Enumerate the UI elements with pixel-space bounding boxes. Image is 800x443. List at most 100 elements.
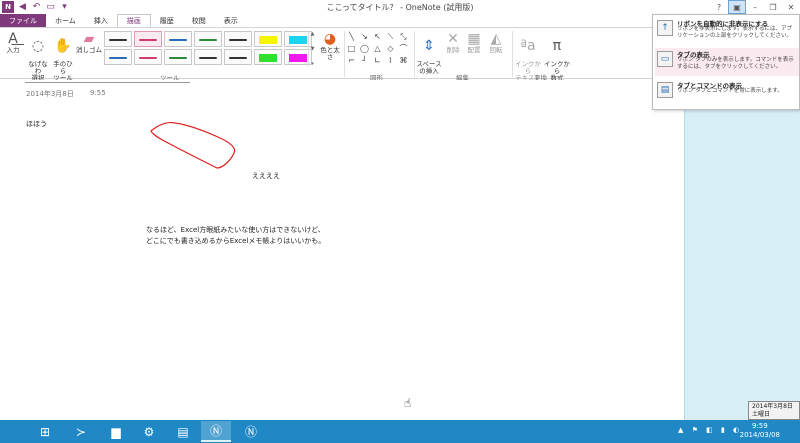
undo-icon[interactable]: ↶ (31, 2, 42, 13)
shape-14-icon[interactable]: ⌇ (385, 55, 396, 66)
tab-history[interactable]: 履歴 (151, 14, 183, 27)
computer-icon[interactable]: ▤ (168, 421, 198, 442)
note-text-hohou[interactable]: ほほう (26, 119, 47, 130)
minimize-button[interactable]: – (746, 0, 764, 14)
shape-13-icon[interactable]: ∟ (372, 55, 383, 66)
powershell-icon[interactable]: ≻ (66, 421, 96, 442)
pen-gallery-scroll[interactable]: ▲ ▼ ▾ (308, 31, 316, 67)
auto-hide-ribbon-option[interactable]: ↑ リボンを自動的に非表示にする リボンを非表示にします。表示するには、アプリケ… (655, 17, 799, 45)
pen-8[interactable] (104, 49, 132, 65)
server-manager-icon[interactable]: ⚙ (134, 421, 164, 442)
delete-icon: ✕ (447, 31, 459, 47)
shape-10-icon[interactable]: ⌒ (398, 43, 409, 54)
pen-gallery (104, 31, 316, 67)
system-clock[interactable]: 9:59 2014/03/08 (740, 422, 780, 440)
onenote-clipping-icon[interactable]: Ⓝ (236, 421, 266, 442)
panning-label: 手のひら ツール (53, 60, 73, 82)
show-tabs-option[interactable]: ▭ タブの表示 リボン タブのみを表示します。コマンドを表示するには、タブをクリ… (655, 48, 799, 76)
customize-icon[interactable]: ▾ (59, 2, 70, 13)
dock-icon[interactable]: ▭ (45, 2, 56, 13)
system-tray-icons[interactable]: ▲ ⚑ ◧ ▮ ◐ (678, 426, 742, 434)
lasso-select-button[interactable]: ◌ なげなわ 選択 (26, 31, 50, 82)
title-bar: N ◀ ↶ ▭ ▾ ここってタイトル？ - OneNote (試用版) ? ▣ … (0, 0, 800, 14)
ink-to-math-button[interactable]: π インクから 数式 (543, 31, 571, 82)
eraser-icon: ▰ (83, 31, 95, 47)
date-tooltip-date: 2014年3月8日 (752, 403, 793, 410)
option-desc: リボンを非表示にします。表示するには、アプリケーションの上部をクリックしてくださ… (677, 26, 793, 39)
arrange-button[interactable]: ▦ 配置 (464, 31, 484, 54)
pen-11[interactable] (194, 49, 222, 65)
tab-review[interactable]: 校閲 (183, 14, 215, 27)
pen-9[interactable] (134, 49, 162, 65)
tab-home[interactable]: ホーム (46, 14, 85, 27)
type-text-label: 入力 (6, 46, 20, 54)
close-button[interactable]: ✕ (782, 0, 800, 14)
file-explorer-icon[interactable]: ▆ (101, 421, 131, 442)
delete-button[interactable]: ✕ 削除 (443, 31, 463, 54)
ink-drawing[interactable] (145, 118, 245, 178)
pen-1[interactable] (104, 31, 132, 47)
pen-stroke-swatch (289, 54, 307, 62)
shape-6-icon[interactable]: □ (346, 43, 357, 54)
delete-label: 削除 (446, 46, 460, 54)
shape-3-icon[interactable]: ↖ (372, 31, 383, 42)
option-desc: リボン タブとコマンドを常に表示します。 (677, 88, 783, 94)
shape-12-icon[interactable]: ┘ (359, 55, 370, 66)
tab-view[interactable]: 表示 (215, 14, 247, 27)
type-text-button[interactable]: A͟ 入力 (2, 31, 24, 54)
pen-stroke-swatch (199, 39, 217, 41)
ribbon-display-options-menu: ↑ リボンを自動的に非表示にする リボンを非表示にします。表示するには、アプリケ… (652, 14, 800, 110)
shape-2-icon[interactable]: ↘ (359, 31, 370, 42)
insert-space-button[interactable]: ⇕ スペース の挿入 (416, 31, 442, 75)
pen-12[interactable] (224, 49, 252, 65)
ribbon-display-options-button[interactable]: ▣ (728, 0, 746, 14)
color-thickness-button[interactable]: ◕ 色と太さ (318, 31, 342, 61)
tab-insert[interactable]: 挿入 (85, 14, 117, 27)
hand-icon: ✋ (54, 38, 72, 54)
ribbon-tabs: ファイル ホーム 挿入 描画 履歴 校閲 表示 (0, 14, 247, 27)
rotate-button[interactable]: ◭ 回転 (486, 31, 506, 54)
note-canvas[interactable] (0, 80, 684, 420)
help-button[interactable]: ? (710, 0, 728, 14)
ribbon-separator (344, 31, 345, 77)
shape-8-icon[interactable]: △ (372, 43, 383, 54)
eraser-button[interactable]: ▰ 消しゴム (76, 31, 102, 54)
color-wheel-icon: ◕ (323, 31, 337, 47)
note-paragraph-line-1: なるほど、Excel方眼紙みたいな使い方はできないけど、 (146, 226, 325, 234)
shape-9-icon[interactable]: ◇ (385, 43, 396, 54)
onenote-logo-icon: N (2, 1, 14, 13)
shape-1-icon[interactable]: ╲ (346, 31, 357, 42)
taskbar: ⊞ ≻ ▆ ⚙ ▤ Ⓝ Ⓝ ▲ ⚑ ◧ ▮ ◐ 9:59 2014/03/08 (0, 420, 800, 443)
note-paragraph[interactable]: なるほど、Excel方眼紙みたいな使い方はできないけど、 どこにでも書き込めるか… (146, 225, 325, 247)
panning-hand-button[interactable]: ✋ 手のひら ツール (51, 31, 75, 82)
pen-3[interactable] (164, 31, 192, 47)
pen-4[interactable] (194, 31, 222, 47)
tab-file[interactable]: ファイル (0, 14, 46, 27)
arrange-label: 配置 (467, 46, 481, 54)
pen-10[interactable] (164, 49, 192, 65)
pen-stroke-swatch (199, 57, 217, 59)
page-title-underline (25, 82, 190, 83)
lasso-label: なげなわ 選択 (28, 60, 48, 82)
shape-7-icon[interactable]: ◯ (359, 43, 370, 54)
pen-2[interactable] (134, 31, 162, 47)
pen-5[interactable] (224, 31, 252, 47)
rotate-icon: ◭ (490, 31, 502, 47)
onenote-taskbar-icon[interactable]: Ⓝ (201, 421, 231, 442)
highlighter-6[interactable] (254, 31, 282, 47)
shape-11-icon[interactable]: ⌐ (346, 55, 357, 66)
start-button[interactable]: ⊞ (30, 421, 60, 442)
show-tabs-commands-option[interactable]: ▤ タブとコマンドの表示 リボン タブとコマンドを常に表示します。 (655, 79, 799, 107)
highlighter-13[interactable] (254, 49, 282, 65)
shape-5-icon[interactable]: ⤡ (398, 31, 409, 42)
restore-button[interactable]: ❐ (764, 0, 782, 14)
pen-stroke-swatch (169, 57, 187, 59)
pen-stroke-swatch (259, 54, 277, 62)
tab-draw[interactable]: 描画 (116, 14, 151, 27)
back-icon[interactable]: ◀ (17, 2, 28, 13)
note-text-eeee[interactable]: ええええ (252, 171, 280, 182)
page-date: 2014年3月8日 (26, 90, 74, 98)
shape-15-icon[interactable]: ⌘ (398, 55, 409, 66)
note-paragraph-line-2: どこにでも書き込めるからExcelメモ帳よりはいいかも。 (146, 237, 326, 245)
shape-4-icon[interactable]: ⟍ (385, 31, 396, 42)
